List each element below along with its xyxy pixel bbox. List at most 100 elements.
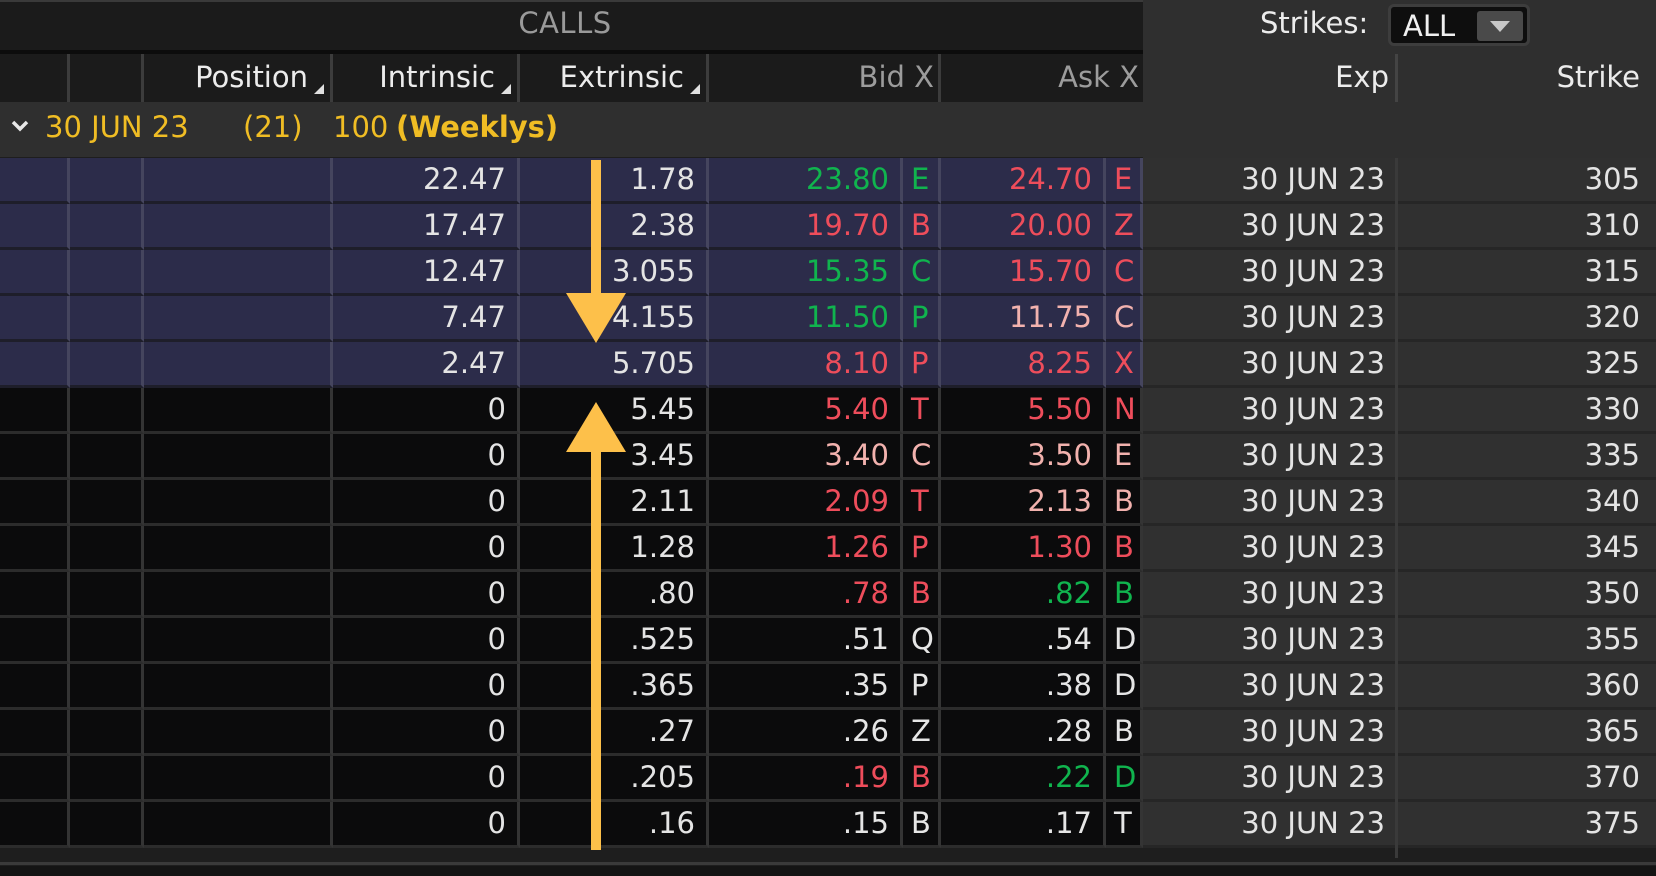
intrinsic-cell: 7.47 xyxy=(333,296,520,342)
ask-cell[interactable]: 8.25 xyxy=(941,342,1106,388)
option-row[interactable]: 0.525.51 Q .54 D 30 JUN 23 355 xyxy=(0,618,1656,664)
exp-cell: 30 JUN 23 xyxy=(1143,710,1395,756)
bid-cell[interactable]: .15 xyxy=(709,802,903,848)
cell-blank-2 xyxy=(70,664,144,710)
horizontal-scrollbar[interactable] xyxy=(0,866,1656,876)
option-row[interactable]: 22.47 1.78 23.80 E 24.70 E 30 JUN 23 305 xyxy=(0,158,1656,204)
column-header-position-label: Position xyxy=(195,60,308,94)
ask-cell[interactable]: .28 xyxy=(941,710,1106,756)
ask-cell[interactable]: .17 xyxy=(941,802,1106,848)
exp-cell: 30 JUN 23 xyxy=(1143,526,1395,572)
cell-blank-1 xyxy=(0,664,70,710)
chevron-down-icon[interactable] xyxy=(10,116,30,136)
column-header-exp[interactable]: Exp xyxy=(1143,54,1395,102)
ask-cell[interactable]: 15.70 xyxy=(941,250,1106,296)
position-cell xyxy=(144,480,333,526)
ask-cell[interactable]: .22 xyxy=(941,756,1106,802)
bid-exchange-cell: Q xyxy=(903,618,941,664)
bid-cell[interactable]: 11.50 xyxy=(709,296,903,342)
ask-cell[interactable]: 20.00 xyxy=(941,204,1106,250)
bid-cell[interactable]: 5.40 xyxy=(709,388,903,434)
option-row[interactable]: 0 2.11 2.09 T 2.13 B 30 JUN 23 340 xyxy=(0,480,1656,526)
ask-cell[interactable]: 1.30 xyxy=(941,526,1106,572)
column-header-ask[interactable]: Ask X xyxy=(941,54,1143,102)
ask-exchange-cell: C xyxy=(1106,250,1143,296)
strike-cell: 355 xyxy=(1395,618,1656,664)
bid-cell[interactable]: 3.40 xyxy=(709,434,903,480)
position-cell xyxy=(144,158,333,204)
expiration-group-row[interactable]: 30 JUN 23 (21) 100 (Weeklys) xyxy=(0,102,1656,157)
group-series-label: (Weeklys) xyxy=(396,110,559,144)
option-row[interactable]: 0.80.78 B .82 B 30 JUN 23 350 xyxy=(0,572,1656,618)
position-cell xyxy=(144,526,333,572)
cell-blank-1 xyxy=(0,434,70,480)
extrinsic-cell: .525 xyxy=(520,618,709,664)
column-header-extrinsic[interactable]: Extrinsic xyxy=(520,54,709,102)
exp-cell: 30 JUN 23 xyxy=(1143,434,1395,480)
dropdown-arrow-icon[interactable] xyxy=(1477,11,1523,41)
ask-exchange-cell: E xyxy=(1106,434,1143,480)
option-row[interactable]: 12.47 3.055 15.35 C 15.70 C 30 JUN 23 315 xyxy=(0,250,1656,296)
bid-exchange-cell: E xyxy=(903,158,941,204)
intrinsic-cell: 17.47 xyxy=(333,204,520,250)
option-row[interactable]: 0 1.28 1.26 P 1.30 B 30 JUN 23 345 xyxy=(0,526,1656,572)
bid-cell[interactable]: 23.80 xyxy=(709,158,903,204)
ask-cell[interactable]: .38 xyxy=(941,664,1106,710)
option-row[interactable]: 0 5.45 5.40 T 5.50 N 30 JUN 23 330 xyxy=(0,388,1656,434)
option-row[interactable]: 0.365.35 P .38 D 30 JUN 23 360 xyxy=(0,664,1656,710)
intrinsic-cell: 0 xyxy=(333,710,520,756)
cell-blank-1 xyxy=(0,480,70,526)
ask-cell[interactable]: 24.70 xyxy=(941,158,1106,204)
option-row[interactable]: 0 3.45 3.40 C 3.50 E 30 JUN 23 335 xyxy=(0,434,1656,480)
table-bottom-border xyxy=(0,862,1656,865)
bid-cell[interactable]: 19.70 xyxy=(709,204,903,250)
exp-cell: 30 JUN 23 xyxy=(1143,250,1395,296)
bid-cell[interactable]: 1.26 xyxy=(709,526,903,572)
bid-cell[interactable]: .51 xyxy=(709,618,903,664)
column-header-bid[interactable]: Bid X xyxy=(709,54,941,102)
option-row[interactable]: 0.205.19 B .22 D 30 JUN 23 370 xyxy=(0,756,1656,802)
exp-cell: 30 JUN 23 xyxy=(1143,204,1395,250)
bid-cell[interactable]: .35 xyxy=(709,664,903,710)
option-row[interactable]: 0.16.15 B .17 T 30 JUN 23 375 xyxy=(0,802,1656,848)
ask-exchange-cell: C xyxy=(1106,296,1143,342)
sort-corner-icon xyxy=(314,84,324,94)
bid-cell[interactable]: 2.09 xyxy=(709,480,903,526)
position-cell xyxy=(144,802,333,848)
bid-cell[interactable]: .26 xyxy=(709,710,903,756)
bid-cell[interactable]: .19 xyxy=(709,756,903,802)
option-row[interactable]: 7.47 4.155 11.50 P 11.75 C 30 JUN 23 320 xyxy=(0,296,1656,342)
strike-cell: 360 xyxy=(1395,664,1656,710)
column-header-blank-2[interactable] xyxy=(70,54,144,102)
extrinsic-cell: 3.055 xyxy=(520,250,709,296)
ask-cell[interactable]: 5.50 xyxy=(941,388,1106,434)
cell-blank-2 xyxy=(70,618,144,664)
bid-cell[interactable]: .78 xyxy=(709,572,903,618)
ask-cell[interactable]: .82 xyxy=(941,572,1106,618)
cell-blank-1 xyxy=(0,802,70,848)
strikes-filter-label: Strikes: xyxy=(1260,6,1369,40)
bid-exchange-cell: P xyxy=(903,526,941,572)
column-header-position[interactable]: Position xyxy=(144,54,333,102)
cell-blank-2 xyxy=(70,158,144,204)
column-header-strike[interactable]: Strike xyxy=(1398,54,1646,102)
option-row[interactable]: 17.47 2.38 19.70 B 20.00 Z 30 JUN 23 310 xyxy=(0,204,1656,250)
column-header-intrinsic[interactable]: Intrinsic xyxy=(333,54,520,102)
extrinsic-cell: 5.705 xyxy=(520,342,709,388)
option-row[interactable]: 0.27.26 Z .28 B 30 JUN 23 365 xyxy=(0,710,1656,756)
column-header-blank-1[interactable] xyxy=(0,54,70,102)
ask-cell[interactable]: 11.75 xyxy=(941,296,1106,342)
option-row[interactable]: 2.47 5.705 8.10 P 8.25 X 30 JUN 23 325 xyxy=(0,342,1656,388)
cell-blank-1 xyxy=(0,388,70,434)
strike-cell: 320 xyxy=(1395,296,1656,342)
bid-cell[interactable]: 15.35 xyxy=(709,250,903,296)
bid-exchange-cell: P xyxy=(903,664,941,710)
strikes-filter-value: ALL xyxy=(1403,9,1456,43)
ask-cell[interactable]: .54 xyxy=(941,618,1106,664)
strikes-filter-dropdown[interactable]: ALL xyxy=(1388,4,1530,46)
position-cell xyxy=(144,664,333,710)
ask-cell[interactable]: 3.50 xyxy=(941,434,1106,480)
ask-cell[interactable]: 2.13 xyxy=(941,480,1106,526)
bid-cell[interactable]: 8.10 xyxy=(709,342,903,388)
strike-cell: 370 xyxy=(1395,756,1656,802)
